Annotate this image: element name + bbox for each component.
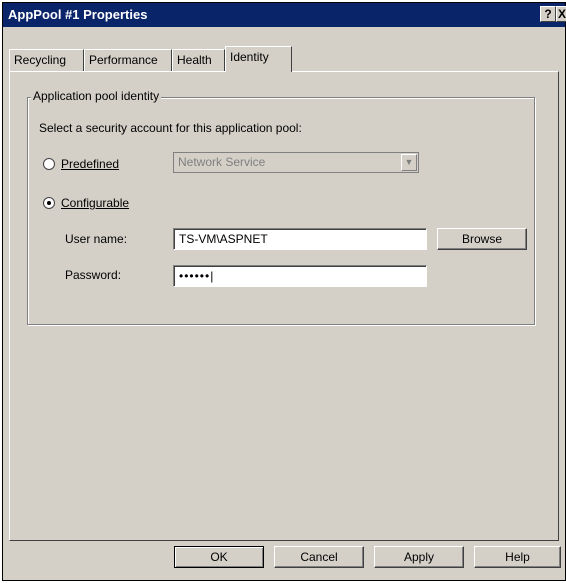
username-label: User name: bbox=[65, 232, 128, 246]
help-button[interactable]: Help bbox=[474, 546, 561, 568]
apply-button[interactable]: Apply bbox=[374, 546, 464, 568]
tab-performance[interactable]: Performance bbox=[84, 49, 172, 71]
instruction-text: Select a security account for this appli… bbox=[39, 121, 302, 135]
username-field[interactable]: TS-VM\ASPNET bbox=[173, 228, 427, 250]
tab-health[interactable]: Health bbox=[172, 49, 225, 71]
predefined-account-value: Network Service bbox=[178, 155, 266, 169]
window-title: AppPool #1 Properties bbox=[8, 7, 148, 22]
configurable-label[interactable]: Configurable bbox=[61, 196, 129, 210]
chevron-down-icon[interactable]: ▼ bbox=[401, 154, 417, 171]
dialog-client-area: Recycling Performance Health Identity Ap… bbox=[3, 27, 565, 580]
configurable-radio[interactable] bbox=[43, 197, 55, 209]
close-icon[interactable]: X bbox=[556, 6, 566, 22]
password-field[interactable]: ••••••| bbox=[173, 265, 427, 287]
tab-identity[interactable]: Identity bbox=[225, 46, 292, 72]
predefined-radio[interactable] bbox=[43, 158, 55, 170]
tab-recycling[interactable]: Recycling bbox=[9, 49, 84, 71]
title-bar[interactable]: AppPool #1 Properties ? X bbox=[3, 3, 566, 27]
help-icon[interactable]: ? bbox=[540, 6, 556, 22]
cancel-button[interactable]: Cancel bbox=[274, 546, 364, 568]
password-label: Password: bbox=[65, 268, 122, 282]
properties-dialog: AppPool #1 Properties ? X Recycling Perf… bbox=[2, 2, 566, 581]
ok-button[interactable]: OK bbox=[174, 546, 264, 568]
browse-button[interactable]: Browse bbox=[437, 228, 527, 250]
predefined-label[interactable]: Predefined bbox=[61, 157, 119, 171]
password-value: •••••• bbox=[179, 269, 211, 283]
predefined-account-select[interactable]: Network Service ▼ bbox=[173, 152, 419, 173]
group-label: Application pool identity bbox=[31, 89, 162, 103]
radio-selected-dot bbox=[47, 201, 51, 205]
